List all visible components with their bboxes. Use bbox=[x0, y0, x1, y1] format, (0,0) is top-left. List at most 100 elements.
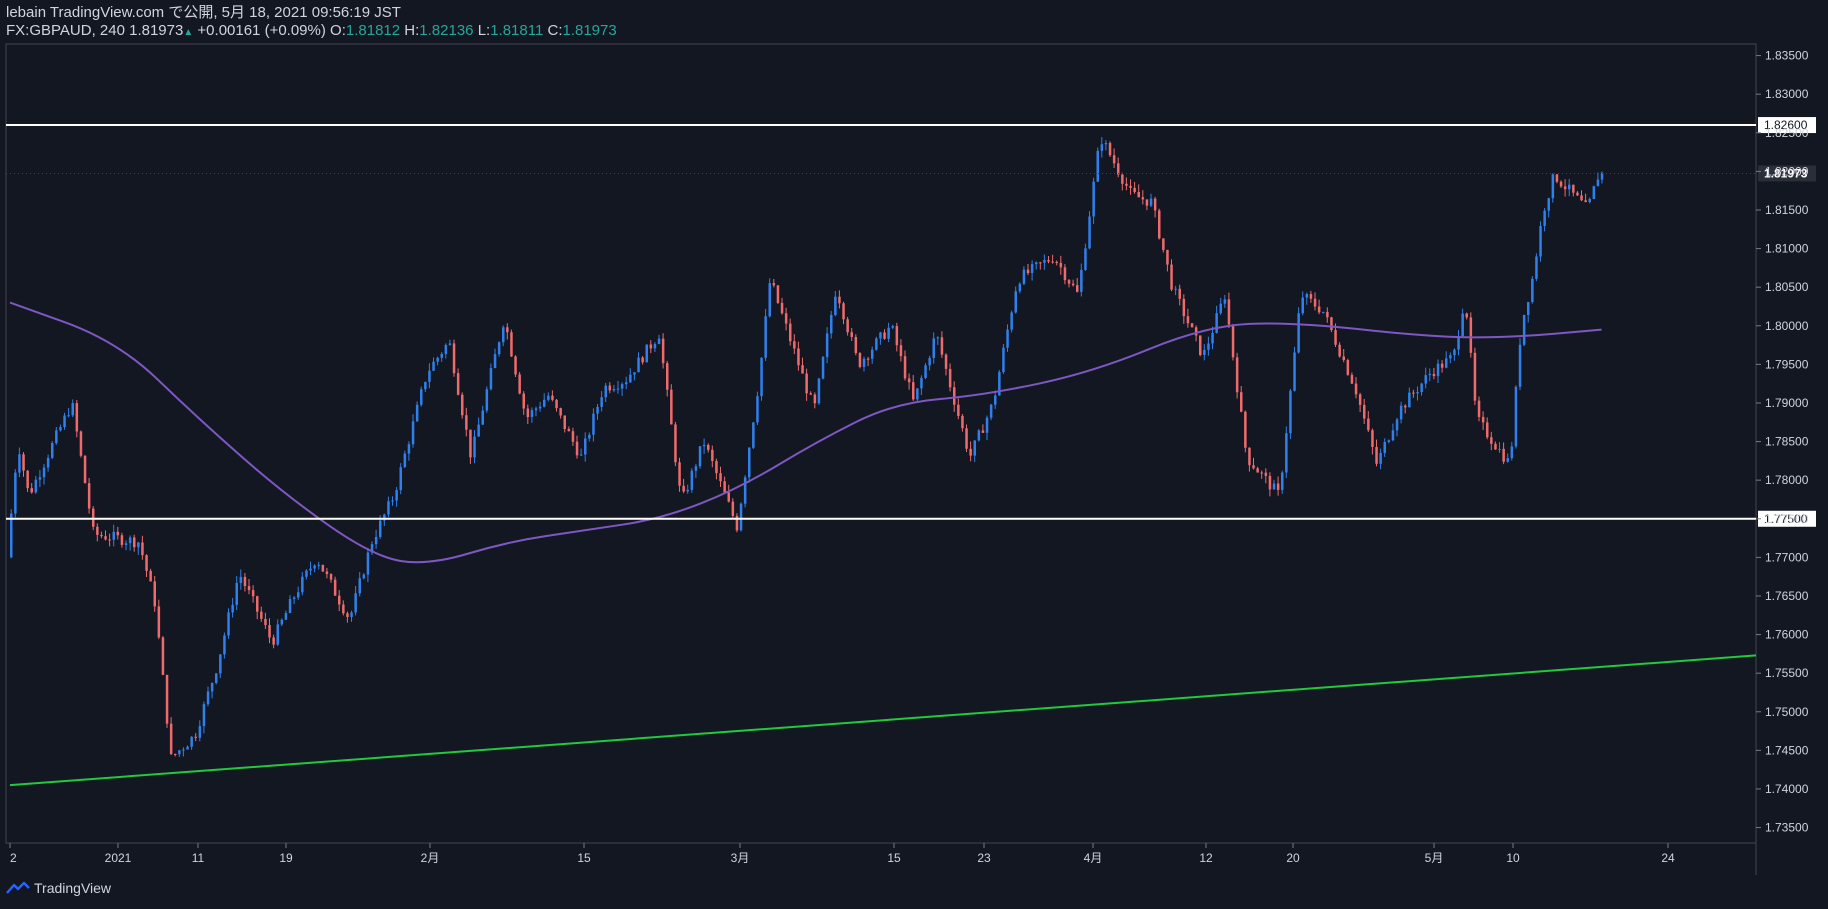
candle-body bbox=[1449, 355, 1452, 359]
candle-body bbox=[1563, 186, 1567, 190]
candle-body bbox=[961, 415, 964, 429]
candle-body bbox=[1330, 317, 1333, 331]
candle-body bbox=[1572, 184, 1575, 193]
time-tick-label: 15 bbox=[887, 851, 901, 865]
candle-body bbox=[46, 457, 50, 468]
candle-body bbox=[670, 389, 673, 425]
candle-body bbox=[559, 408, 562, 416]
price-tick-label: 1.83500 bbox=[1765, 49, 1809, 63]
candle-body bbox=[1518, 344, 1522, 387]
candle-body bbox=[723, 481, 726, 493]
candle-body bbox=[493, 354, 497, 369]
brand-name: TradingView bbox=[34, 880, 112, 896]
candle-body bbox=[1268, 475, 1272, 490]
time-tick-label: 10 bbox=[1506, 851, 1520, 865]
candle-body bbox=[227, 612, 230, 636]
candle-body bbox=[358, 578, 361, 594]
candle-body bbox=[276, 624, 279, 645]
candle-body bbox=[1059, 262, 1063, 268]
candle-body bbox=[124, 543, 128, 545]
candle-body bbox=[333, 579, 337, 596]
candle-body bbox=[1342, 356, 1345, 361]
price-tick-label: 1.77500 bbox=[1765, 512, 1809, 526]
price-chart[interactable]: 1.826001.775001.81973 1.83500 1.83000 1.82… bbox=[0, 0, 1828, 875]
candle-body bbox=[1244, 411, 1247, 448]
candle-body bbox=[686, 489, 689, 492]
candle-body bbox=[1399, 405, 1403, 420]
candle-body bbox=[42, 467, 46, 478]
candle-body bbox=[219, 654, 222, 674]
tradingview-watermark[interactable]: TradingView bbox=[6, 880, 111, 896]
candle-body bbox=[1076, 285, 1079, 292]
candle-body bbox=[834, 296, 837, 316]
trendline[interactable] bbox=[9, 654, 1757, 787]
candle-body bbox=[1190, 323, 1194, 328]
candle-body bbox=[579, 454, 583, 456]
time-axis[interactable]: 2 2021 11 19 2月 15 3月 15 23 4月 12 20 5月 10 24 bbox=[9, 843, 1675, 865]
candle-body bbox=[1215, 313, 1218, 333]
candle-body bbox=[112, 531, 115, 540]
time-tick-label: 5月 bbox=[1425, 851, 1444, 865]
candle-body bbox=[989, 404, 993, 418]
price-tick-label: 1.82000 bbox=[1765, 164, 1809, 178]
candle-body bbox=[1391, 430, 1395, 441]
candle-body bbox=[645, 344, 648, 363]
time-tick-label: 19 bbox=[279, 851, 293, 865]
candle-body bbox=[1317, 306, 1321, 313]
candle-body bbox=[83, 455, 87, 484]
candle-body bbox=[977, 430, 981, 441]
candle-body bbox=[202, 704, 206, 727]
candle-body bbox=[1182, 298, 1186, 317]
candle-body bbox=[247, 586, 251, 591]
candle-body bbox=[752, 422, 755, 448]
candle-body bbox=[1030, 264, 1034, 274]
candle-body bbox=[1010, 312, 1013, 330]
time-tick-label: 15 bbox=[577, 851, 591, 865]
candle-body bbox=[350, 612, 353, 618]
candle-body bbox=[830, 315, 833, 334]
candle-body bbox=[456, 373, 460, 395]
candle-body bbox=[137, 542, 140, 548]
candle-body bbox=[1293, 352, 1296, 391]
candle-body bbox=[346, 613, 349, 618]
candle-body bbox=[465, 415, 468, 430]
candle-body bbox=[600, 397, 603, 407]
candle-body bbox=[809, 393, 812, 395]
candle-body bbox=[817, 378, 821, 404]
candle-body bbox=[1481, 416, 1485, 423]
candle-body bbox=[1112, 155, 1116, 164]
candle-body bbox=[96, 526, 99, 535]
candle-body bbox=[1104, 143, 1108, 145]
candle-body bbox=[305, 570, 308, 577]
candle-body bbox=[953, 387, 956, 405]
candle-body bbox=[1084, 248, 1087, 270]
candle-body bbox=[30, 488, 33, 493]
candle-body bbox=[452, 343, 456, 374]
candle-body bbox=[1174, 288, 1177, 290]
candle-body bbox=[743, 477, 747, 504]
candle-body bbox=[424, 381, 427, 390]
candle-body bbox=[797, 348, 800, 366]
candle-body bbox=[1096, 150, 1099, 182]
candle-body bbox=[666, 363, 669, 390]
price-tick-label: 1.79000 bbox=[1765, 396, 1809, 410]
candle-body bbox=[1014, 291, 1017, 313]
candle-body bbox=[428, 370, 431, 382]
candle-body bbox=[1547, 198, 1550, 211]
candle-body bbox=[1211, 332, 1214, 344]
candle-body bbox=[1252, 465, 1255, 469]
candle-body bbox=[1510, 446, 1514, 459]
candle-body bbox=[936, 337, 940, 339]
candle-body bbox=[63, 415, 66, 428]
candle-body bbox=[1223, 299, 1227, 304]
candle-body bbox=[1371, 430, 1374, 447]
candle-body bbox=[485, 389, 489, 411]
candle-body bbox=[858, 353, 862, 367]
candle-body bbox=[1100, 144, 1104, 151]
candle-body bbox=[280, 619, 284, 625]
moving-average-line bbox=[9, 301, 1602, 564]
candle-body bbox=[1379, 452, 1382, 464]
candle-body bbox=[1035, 262, 1038, 265]
candle-body bbox=[1440, 363, 1444, 368]
candle-body bbox=[1322, 311, 1325, 313]
